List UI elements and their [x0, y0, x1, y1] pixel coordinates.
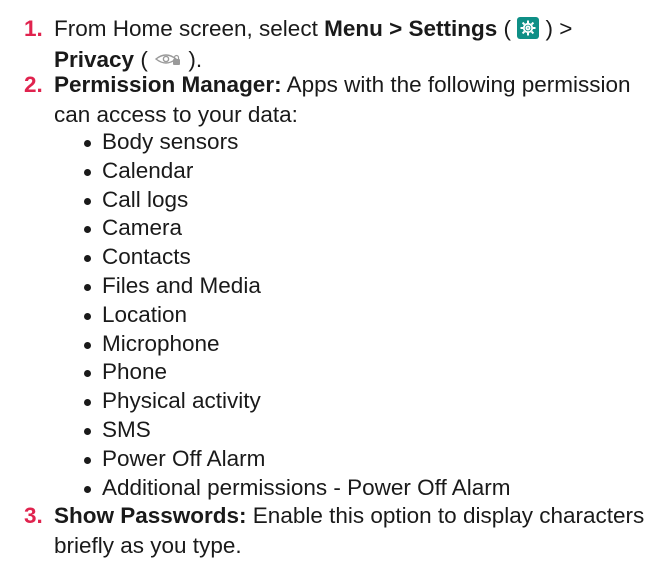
- list-item: Files and Media: [84, 272, 511, 301]
- list-item-label: Microphone: [102, 330, 220, 356]
- step-number: 1.: [24, 16, 43, 41]
- list-item: Phone: [84, 358, 511, 387]
- step-heading: Permission Manager:: [54, 72, 282, 97]
- list-item: SMS: [84, 416, 511, 445]
- menu-path-privacy: Privacy: [54, 47, 135, 72]
- list-item-label: Files and Media: [102, 272, 261, 298]
- step-text: From Home screen, select: [54, 16, 325, 41]
- bullet-icon: [84, 255, 91, 263]
- list-item: Contacts: [84, 243, 511, 272]
- paren-open: (: [134, 47, 155, 72]
- list-item-label: Calendar: [102, 157, 194, 183]
- menu-path-settings: Menu > Settings: [324, 16, 498, 41]
- list-item-label: Physical activity: [102, 388, 261, 414]
- paren-open: (: [497, 16, 518, 41]
- bullet-icon: [84, 197, 91, 205]
- bullet-icon: [84, 226, 91, 234]
- step-body: Permission Manager: Apps with the follow…: [54, 70, 662, 130]
- list-item: Camera: [84, 214, 511, 243]
- list-item: Power Off Alarm: [84, 445, 511, 474]
- list-item-label: Call logs: [102, 186, 189, 212]
- bullet-icon: [84, 370, 91, 378]
- settings-gear-icon: [517, 17, 540, 39]
- bullet-icon: [84, 168, 91, 176]
- list-item-label: Additional permissions - Power Off Alarm: [102, 474, 511, 500]
- paren-close: ) >: [539, 16, 573, 41]
- bullet-icon: [84, 140, 91, 147]
- bullet-icon: [84, 427, 91, 435]
- list-item: Call logs: [84, 186, 511, 215]
- permission-list: Body sensors Calendar Call logs Camera C…: [84, 128, 511, 502]
- step-heading: Show Passwords:: [54, 503, 247, 528]
- bullet-icon: [84, 283, 91, 291]
- list-item-label: Phone: [102, 359, 168, 385]
- list-item: Body sensors: [84, 128, 511, 157]
- bullet-icon: [84, 456, 91, 464]
- list-item-label: SMS: [102, 416, 151, 442]
- step-number: 3.: [24, 503, 43, 528]
- step-body: Show Passwords: Enable this option to di…: [54, 501, 662, 561]
- step-1: 1. From Home screen, select Menu > Setti…: [24, 14, 662, 75]
- list-item: Microphone: [84, 330, 511, 359]
- list-item-label: Location: [102, 301, 188, 327]
- list-item-label: Contacts: [102, 244, 191, 270]
- list-item: Additional permissions - Power Off Alarm: [84, 474, 511, 503]
- bullet-icon: [84, 341, 91, 349]
- list-item: Physical activity: [84, 387, 511, 416]
- bullet-icon: [84, 312, 91, 320]
- document-page: 1. From Home screen, select Menu > Setti…: [0, 0, 672, 571]
- step-body: From Home screen, select Menu > Settings…: [54, 14, 662, 75]
- list-item: Calendar: [84, 157, 511, 186]
- bullet-icon: [84, 485, 91, 493]
- list-item: Location: [84, 301, 511, 330]
- privacy-eye-lock-icon: [154, 44, 182, 65]
- list-item-label: Power Off Alarm: [102, 445, 266, 471]
- paren-close: ).: [182, 47, 203, 72]
- step-3: 3. Show Passwords: Enable this option to…: [24, 501, 662, 561]
- step-2: 2. Permission Manager: Apps with the fol…: [24, 70, 662, 130]
- list-item-label: Camera: [102, 215, 183, 241]
- bullet-icon: [84, 399, 91, 407]
- step-number: 2.: [24, 72, 43, 97]
- list-item-label: Body sensors: [102, 129, 239, 154]
